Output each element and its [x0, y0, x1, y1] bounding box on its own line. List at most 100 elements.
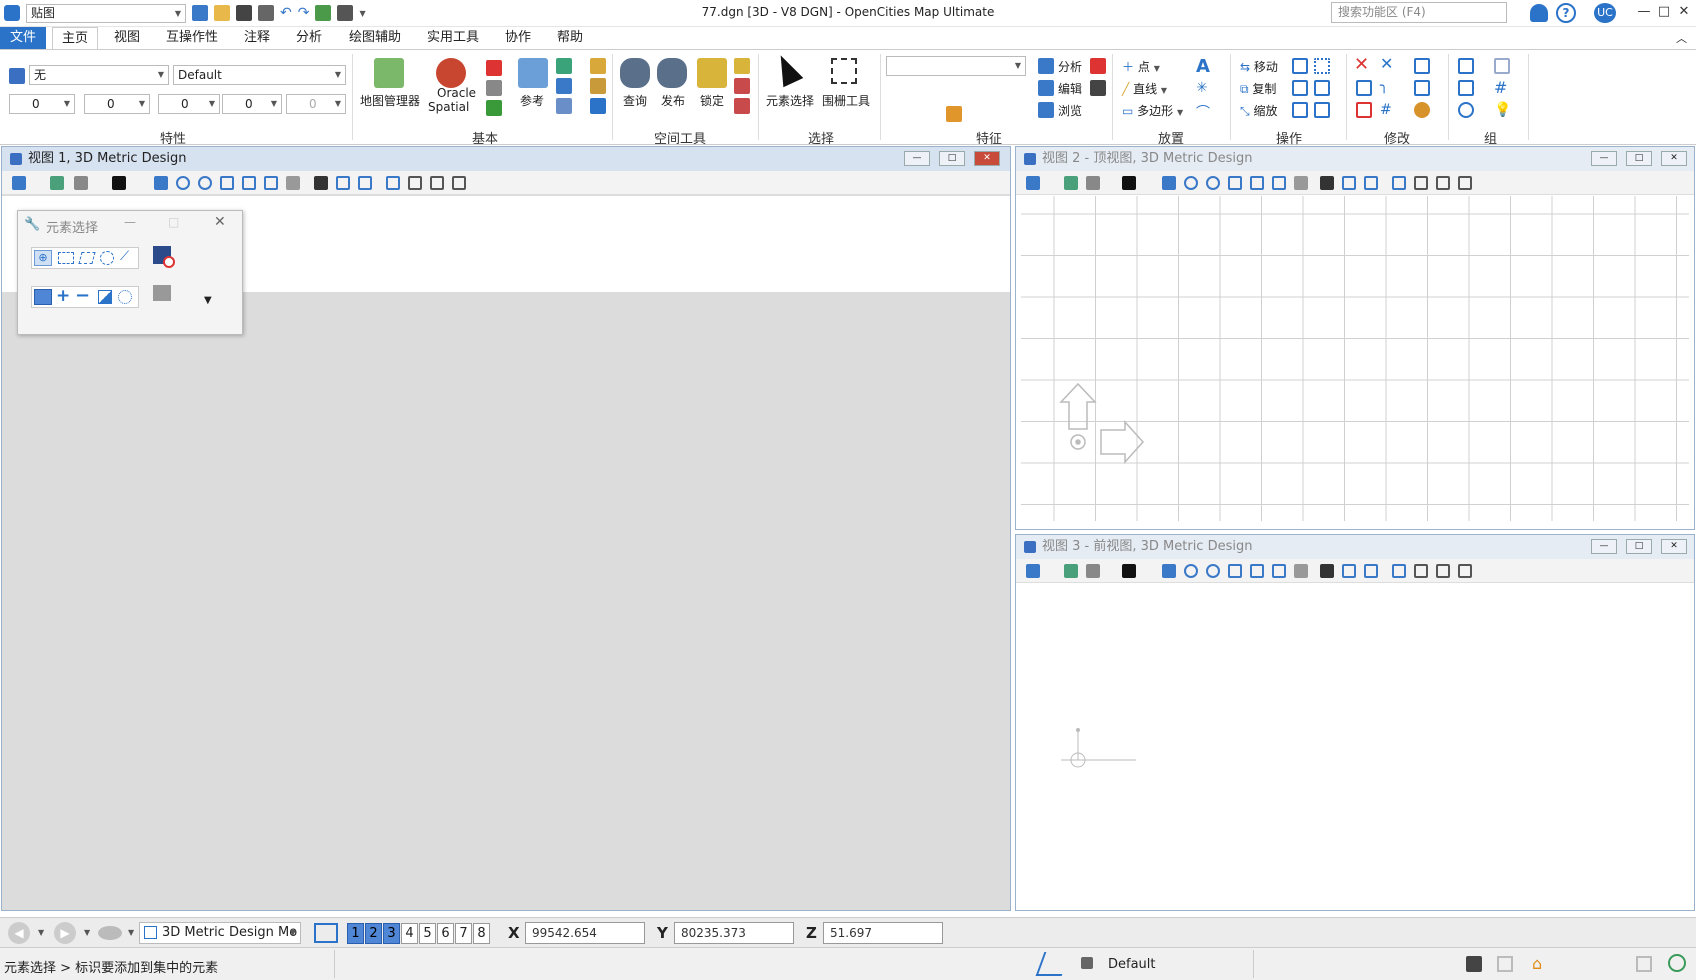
help-icon[interactable]: ?	[1556, 3, 1576, 23]
line-method-icon[interactable]: ⟋	[120, 249, 129, 264]
view-display-icon[interactable]	[1064, 176, 1078, 190]
delete-element-icon[interactable]: ✕	[1354, 54, 1369, 75]
x-coordinate-field[interactable]: 99542.654	[525, 922, 645, 944]
close-button[interactable]: ✕	[1674, 4, 1694, 22]
play-icon[interactable]	[112, 176, 126, 190]
pan-icon[interactable]	[1294, 176, 1308, 190]
new-mode-icon[interactable]	[34, 289, 52, 305]
rotate-view-icon[interactable]	[1272, 564, 1286, 578]
dialog-expand-icon[interactable]: ▼	[204, 295, 212, 306]
copy-button[interactable]: ⧉ 复制	[1240, 80, 1276, 97]
view-1-maximize-button[interactable]: □	[939, 151, 965, 166]
tab-utilities[interactable]: 实用工具	[419, 27, 487, 49]
subtract-mode-icon[interactable]: −	[75, 285, 90, 306]
publish-icon[interactable]	[657, 58, 687, 88]
save-status-icon[interactable]	[1466, 956, 1482, 972]
dialog-maximize-button[interactable]: □	[168, 215, 179, 229]
rotate-view-icon[interactable]	[264, 176, 278, 190]
tab-help[interactable]: 帮助	[549, 27, 591, 49]
view-next-icon[interactable]	[1364, 176, 1378, 190]
play-icon[interactable]	[1122, 176, 1136, 190]
unlock-icon[interactable]	[734, 58, 750, 74]
zoom-out-icon[interactable]	[1206, 564, 1220, 578]
rotate-icon[interactable]	[1292, 58, 1308, 74]
lighting-icon[interactable]	[1086, 564, 1100, 578]
feature-delete-icon[interactable]	[1090, 58, 1106, 74]
clip-mask-icon[interactable]	[1436, 176, 1450, 190]
update-view-icon[interactable]	[1162, 176, 1176, 190]
shape-method-icon[interactable]	[78, 252, 96, 264]
map-manager-icon[interactable]	[374, 58, 404, 88]
text-style-combo[interactable]: Default ▼	[173, 65, 346, 85]
zoom-out-icon[interactable]	[198, 176, 212, 190]
view-toggle-5[interactable]: 5	[419, 923, 436, 944]
play-icon[interactable]	[1122, 564, 1136, 578]
dialog-close-button[interactable]: ✕	[214, 214, 226, 230]
clip-volume-icon[interactable]	[408, 176, 422, 190]
view-3[interactable]: 视图 3 - 前视图, 3D Metric Design — □ ✕	[1015, 534, 1695, 911]
find-icon[interactable]	[590, 78, 606, 94]
view-attributes-icon[interactable]	[1026, 564, 1040, 578]
query-button[interactable]: 查询	[623, 92, 647, 109]
mirror-icon[interactable]	[1292, 80, 1308, 96]
oracle-label[interactable]: Oracle	[437, 86, 476, 100]
reference-button[interactable]: 参考	[520, 92, 544, 109]
rotate-view-icon[interactable]	[1272, 176, 1286, 190]
select-all-mode-icon[interactable]	[118, 290, 132, 304]
y-coordinate-field[interactable]: 80235.373	[674, 922, 794, 944]
fit-view-icon[interactable]	[242, 176, 256, 190]
walk-icon[interactable]	[1320, 564, 1334, 578]
edit-button[interactable]: 编辑	[1058, 80, 1082, 97]
copy-view-icon[interactable]	[386, 176, 400, 190]
clip-volume-icon[interactable]	[1414, 564, 1428, 578]
spin-icon[interactable]	[1314, 102, 1330, 118]
update-view-icon[interactable]	[1162, 564, 1176, 578]
view-attributes-icon[interactable]	[12, 176, 26, 190]
intersect-icon[interactable]: #	[1380, 102, 1392, 118]
view-previous-icon[interactable]	[1342, 564, 1356, 578]
collapse-ribbon-icon[interactable]: ︿	[1676, 30, 1687, 46]
element-select-button[interactable]: 元素选择	[766, 92, 814, 109]
edit-icon[interactable]	[486, 80, 502, 96]
design-history-icon[interactable]	[1636, 956, 1652, 972]
pencil-icon[interactable]	[946, 106, 962, 122]
zoom-in-icon[interactable]	[176, 176, 190, 190]
accudraw-icon[interactable]	[1035, 952, 1071, 976]
clip-mask-icon[interactable]	[430, 176, 444, 190]
select-pointer-icon[interactable]	[153, 285, 171, 301]
trim-icon[interactable]: ✕	[1380, 54, 1393, 73]
tab-collaborate[interactable]: 协作	[497, 27, 539, 49]
raster-icon[interactable]	[556, 58, 572, 74]
tab-home[interactable]: 主页	[52, 27, 98, 49]
view-display-icon[interactable]	[50, 176, 64, 190]
tab-file[interactable]: 文件	[0, 27, 46, 49]
modify-icon[interactable]	[1356, 80, 1372, 96]
block-method-icon[interactable]	[58, 252, 74, 264]
map-manager-button[interactable]: 地图管理器	[360, 92, 420, 109]
dialog-minimize-button[interactable]: —	[124, 215, 136, 229]
reference-icon[interactable]	[518, 58, 548, 88]
z-coordinate-field[interactable]: 51.697	[823, 922, 943, 944]
window-area-icon[interactable]	[220, 176, 234, 190]
clip-volume-icon[interactable]	[1414, 176, 1428, 190]
level-lock-icon[interactable]	[1081, 957, 1093, 969]
walk-icon[interactable]	[1320, 176, 1334, 190]
clear-icon[interactable]	[734, 78, 750, 94]
view-3-close-button[interactable]: ✕	[1661, 539, 1687, 554]
view-2-close-button[interactable]: ✕	[1661, 151, 1687, 166]
move-button[interactable]: ⇆ 移动	[1240, 58, 1278, 75]
saved-views-icon[interactable]	[1458, 564, 1472, 578]
back-dropdown-icon[interactable]: ▼	[38, 928, 44, 937]
transparency-combo[interactable]: 0 ▼	[222, 94, 282, 114]
view-2[interactable]: 视图 2 - 顶视图, 3D Metric Design — □ ✕	[1015, 146, 1695, 530]
polygon-button[interactable]: ▭ 多边形 ▼	[1122, 102, 1183, 119]
grid-icon[interactable]: #	[1494, 78, 1507, 97]
notification-icon[interactable]	[1530, 4, 1548, 22]
zoom-out-icon[interactable]	[1206, 176, 1220, 190]
lock-button[interactable]: 锁定	[700, 92, 724, 109]
target-icon[interactable]	[1458, 102, 1474, 118]
priority-combo[interactable]: 0 ▼	[286, 94, 346, 114]
view-2-minimize-button[interactable]: —	[1591, 151, 1617, 166]
pan-icon[interactable]	[286, 176, 300, 190]
copy-view-icon[interactable]	[1392, 564, 1406, 578]
